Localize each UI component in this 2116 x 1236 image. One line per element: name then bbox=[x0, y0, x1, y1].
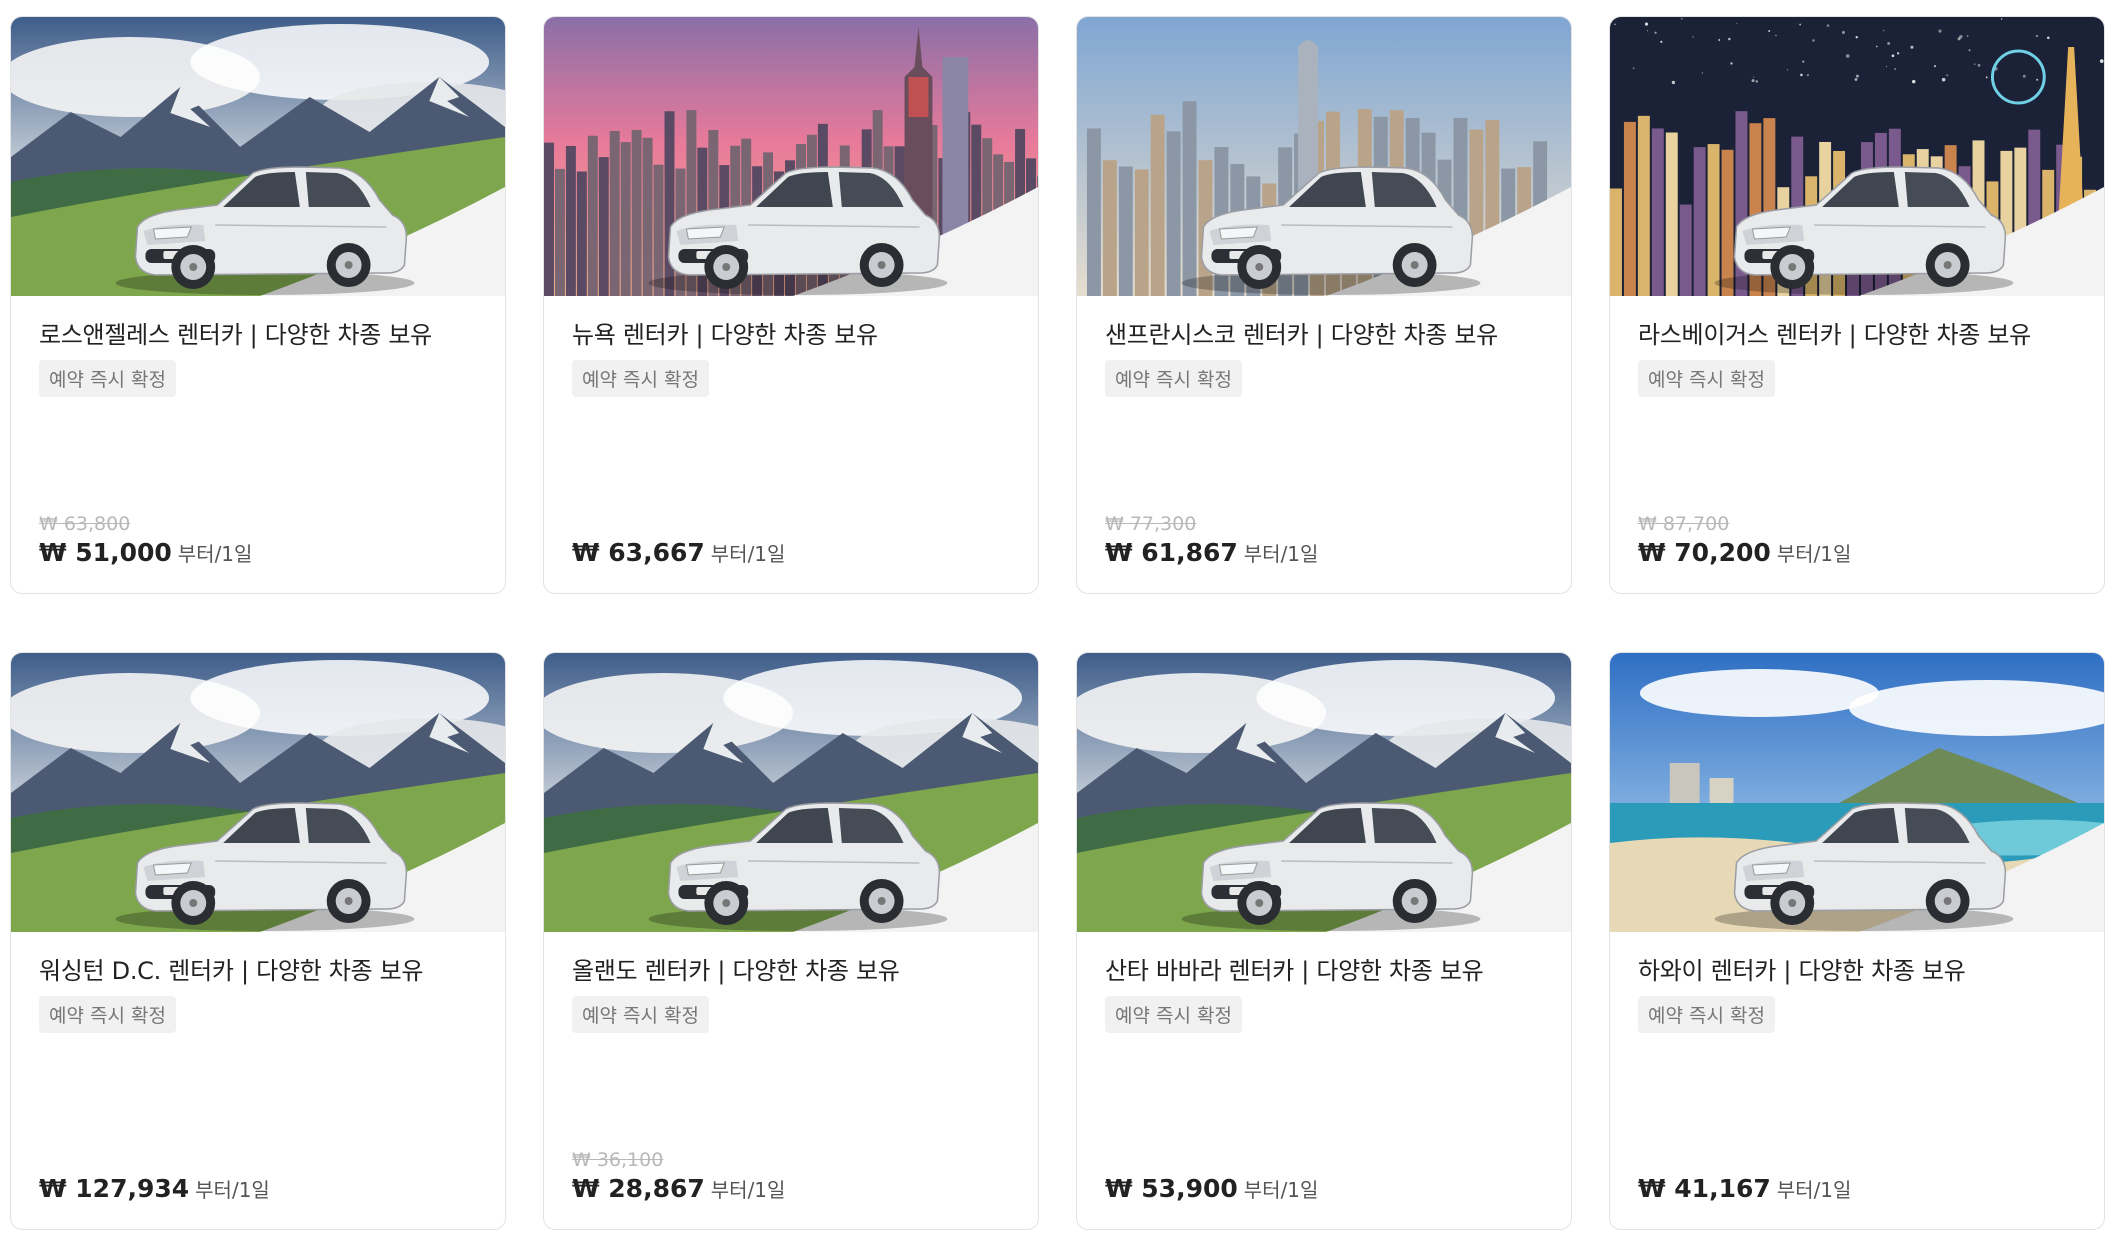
product-card[interactable]: 샌프란시스코 렌터카 | 다양한 차종 보유 예약 즉시 확정 ₩ 77,300… bbox=[1076, 16, 1572, 594]
product-card[interactable]: 하와이 렌터카 | 다양한 차종 보유 예약 즉시 확정 ₩ 41,167 부터/… bbox=[1609, 652, 2105, 1230]
price-unit: 부터/1일 bbox=[195, 1178, 270, 1202]
product-title[interactable]: 하와이 렌터카 | 다양한 차종 보유 bbox=[1638, 951, 2084, 986]
price-unit: 부터/1일 bbox=[710, 1178, 786, 1202]
product-card[interactable]: 워싱턴 D.C. 렌터카 | 다양한 차종 보유 예약 즉시 확정 ₩ 127,… bbox=[10, 652, 506, 1230]
product-title[interactable]: 샌프란시스코 렌터카 | 다양한 차종 보유 bbox=[1105, 315, 1551, 350]
product-image[interactable] bbox=[11, 17, 505, 296]
instant-confirm-badge: 예약 즉시 확정 bbox=[572, 996, 709, 1033]
sale-price: ₩ 70,200 bbox=[1638, 538, 1771, 567]
car-rental-illustration bbox=[1610, 17, 2104, 296]
product-card[interactable]: 뉴욕 렌터카 | 다양한 차종 보유 예약 즉시 확정 ₩ 63,667 부터/1… bbox=[543, 16, 1039, 594]
product-title[interactable]: 워싱턴 D.C. 렌터카 | 다양한 차종 보유 bbox=[39, 951, 485, 986]
product-image[interactable] bbox=[1610, 17, 2104, 296]
price-row: ₩ 51,000 부터/1일 bbox=[39, 538, 252, 567]
instant-confirm-badge: 예약 즉시 확정 bbox=[39, 996, 176, 1033]
price-row: ₩ 53,900 부터/1일 bbox=[1105, 1174, 1318, 1203]
product-card[interactable]: 라스베이거스 렌터카 | 다양한 차종 보유 예약 즉시 확정 ₩ 87,700… bbox=[1609, 16, 2105, 594]
product-grid: 로스앤젤레스 렌터카 | 다양한 차종 보유 예약 즉시 확정 ₩ 63,800… bbox=[10, 16, 2105, 1230]
price-unit: 부터/1일 bbox=[710, 542, 786, 566]
sale-price: ₩ 63,667 bbox=[572, 538, 705, 567]
sale-price: ₩ 51,000 bbox=[39, 538, 172, 567]
product-card[interactable]: 로스앤젤레스 렌터카 | 다양한 차종 보유 예약 즉시 확정 ₩ 63,800… bbox=[10, 16, 506, 594]
car-rental-illustration bbox=[544, 653, 1038, 932]
product-title[interactable]: 로스앤젤레스 렌터카 | 다양한 차종 보유 bbox=[39, 315, 485, 350]
car-rental-illustration bbox=[11, 17, 505, 296]
car-rental-illustration bbox=[1077, 653, 1571, 932]
car-rental-illustration bbox=[544, 17, 1038, 296]
car-rental-illustration bbox=[11, 653, 505, 932]
product-title[interactable]: 올랜도 렌터카 | 다양한 차종 보유 bbox=[572, 951, 1018, 986]
car-rental-illustration bbox=[1077, 17, 1571, 296]
instant-confirm-badge: 예약 즉시 확정 bbox=[1638, 360, 1775, 397]
product-title[interactable]: 라스베이거스 렌터카 | 다양한 차종 보유 bbox=[1638, 315, 2084, 350]
product-card[interactable]: 올랜도 렌터카 | 다양한 차종 보유 예약 즉시 확정 ₩ 36,100 ₩ … bbox=[543, 652, 1039, 1230]
price-row: ₩ 70,200 부터/1일 bbox=[1638, 538, 1851, 567]
product-image[interactable] bbox=[11, 653, 505, 932]
price-row: ₩ 28,867 부터/1일 bbox=[572, 1174, 785, 1203]
sale-price: ₩ 53,900 bbox=[1105, 1174, 1238, 1203]
sale-price: ₩ 41,167 bbox=[1638, 1174, 1771, 1203]
price-row: ₩ 63,667 부터/1일 bbox=[572, 538, 785, 567]
original-price: ₩ 77,300 bbox=[1105, 513, 1197, 535]
instant-confirm-badge: 예약 즉시 확정 bbox=[572, 360, 709, 397]
original-price: ₩ 87,700 bbox=[1638, 513, 1730, 535]
sale-price: ₩ 127,934 bbox=[39, 1174, 190, 1203]
original-price: ₩ 63,800 bbox=[39, 513, 131, 535]
product-image[interactable] bbox=[1077, 17, 1571, 296]
instant-confirm-badge: 예약 즉시 확정 bbox=[39, 360, 176, 397]
price-row: ₩ 61,867 부터/1일 bbox=[1105, 538, 1318, 567]
price-unit: 부터/1일 bbox=[1776, 542, 1852, 566]
product-image[interactable] bbox=[1610, 653, 2104, 932]
price-unit: 부터/1일 bbox=[1243, 1178, 1319, 1202]
product-card[interactable]: 산타 바바라 렌터카 | 다양한 차종 보유 예약 즉시 확정 ₩ 53,900… bbox=[1076, 652, 1572, 1230]
price-row: ₩ 127,934 부터/1일 bbox=[39, 1174, 270, 1203]
product-title[interactable]: 뉴욕 렌터카 | 다양한 차종 보유 bbox=[572, 315, 1018, 350]
price-unit: 부터/1일 bbox=[1776, 1178, 1852, 1202]
price-row: ₩ 41,167 부터/1일 bbox=[1638, 1174, 1851, 1203]
car-rental-illustration bbox=[1610, 653, 2104, 932]
original-price: ₩ 36,100 bbox=[572, 1149, 664, 1171]
product-image[interactable] bbox=[1077, 653, 1571, 932]
sale-price: ₩ 61,867 bbox=[1105, 538, 1238, 567]
instant-confirm-badge: 예약 즉시 확정 bbox=[1105, 996, 1242, 1033]
instant-confirm-badge: 예약 즉시 확정 bbox=[1638, 996, 1775, 1033]
price-unit: 부터/1일 bbox=[1243, 542, 1319, 566]
product-title[interactable]: 산타 바바라 렌터카 | 다양한 차종 보유 bbox=[1105, 951, 1551, 986]
price-unit: 부터/1일 bbox=[177, 542, 253, 566]
product-image[interactable] bbox=[544, 17, 1038, 296]
product-image[interactable] bbox=[544, 653, 1038, 932]
sale-price: ₩ 28,867 bbox=[572, 1174, 705, 1203]
instant-confirm-badge: 예약 즉시 확정 bbox=[1105, 360, 1242, 397]
